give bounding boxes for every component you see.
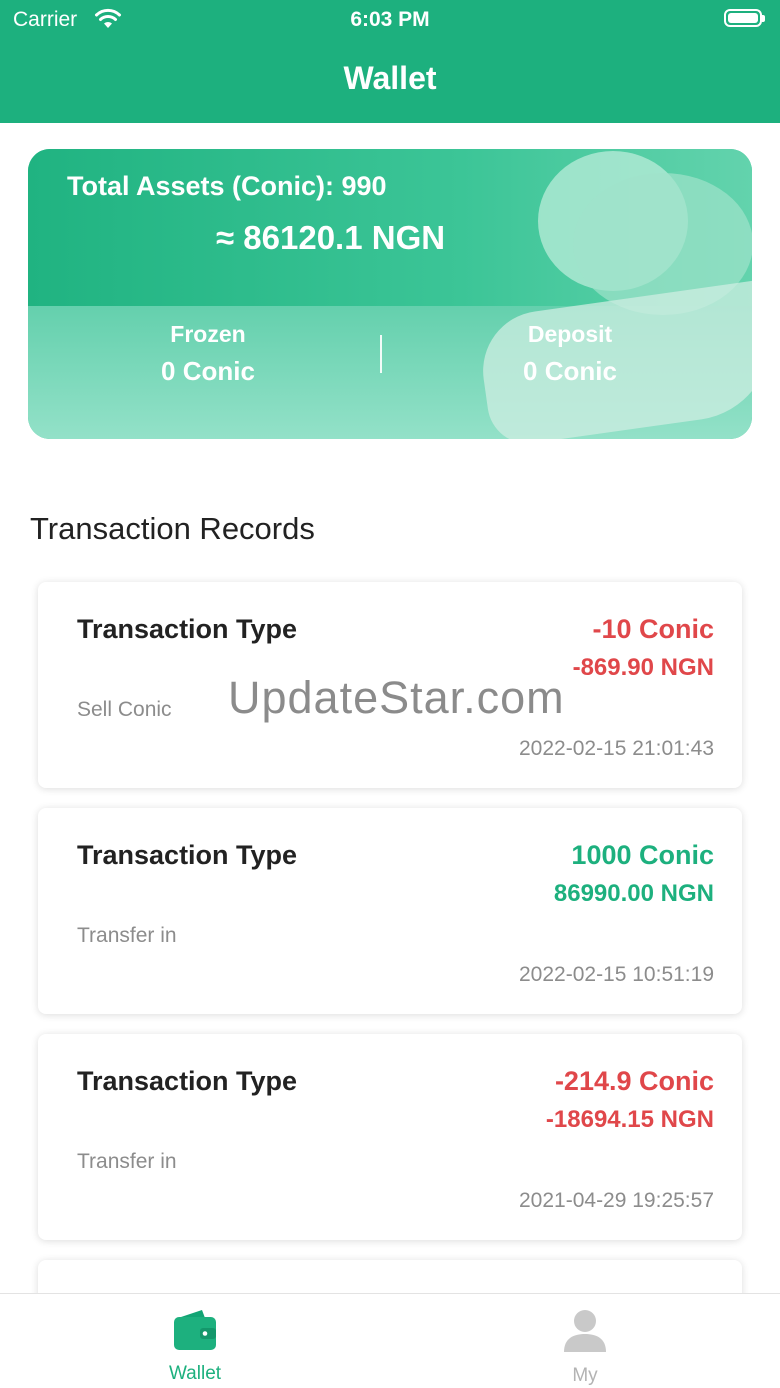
transaction-time: 2021-04-29 19:25:57 — [519, 1189, 714, 1212]
tab-wallet[interactable]: Wallet — [115, 1308, 275, 1385]
status-bar: Carrier 6:03 PM — [0, 0, 780, 40]
transaction-amount: -214.9 Conic — [554, 1066, 714, 1096]
transaction-amount: 1000 Conic — [571, 840, 714, 870]
transaction-desc: Transfer in — [77, 924, 177, 947]
frozen-label: Frozen — [170, 321, 246, 347]
transaction-card[interactable]: Transaction Type -214.9 Conic -18694.15 … — [38, 1034, 742, 1240]
assets-card: Total Assets (Conic): 990 ≈ 86120.1 NGN … — [28, 149, 752, 439]
user-icon — [505, 1308, 665, 1359]
battery-icon — [724, 9, 765, 27]
transaction-desc: Transfer in — [77, 1150, 177, 1173]
tab-wallet-label: Wallet — [168, 1363, 222, 1384]
deposit-label: Deposit — [527, 321, 613, 347]
deposit-value: 0 Conic — [523, 356, 617, 386]
transaction-time: 2022-02-15 21:01:43 — [519, 737, 714, 760]
tab-bar: Wallet My — [0, 1293, 780, 1388]
transaction-type-label: Transaction Type — [77, 840, 298, 870]
transaction-type-label: Transaction Type — [77, 614, 298, 644]
transaction-records-title: Transaction Records — [30, 511, 315, 546]
transaction-ngn: 86990.00 NGN — [553, 880, 714, 907]
frozen-stat: Frozen 0 Conic — [58, 321, 358, 387]
deposit-stat: Deposit 0 Conic — [420, 321, 720, 387]
total-assets-ngn: ≈ 86120.1 NGN — [216, 219, 446, 256]
transaction-type-label: Transaction Type — [77, 1066, 298, 1096]
tab-my-label: My — [572, 1365, 598, 1386]
transaction-amount: -10 Conic — [592, 614, 714, 644]
stat-divider — [380, 335, 382, 373]
transaction-ngn: -18694.15 NGN — [545, 1106, 714, 1133]
page-title: Wallet — [343, 60, 437, 96]
frozen-value: 0 Conic — [161, 356, 255, 386]
wallet-icon — [115, 1308, 275, 1357]
status-time: 6:03 PM — [350, 8, 430, 31]
top-bar: Carrier 6:03 PM Wallet — [0, 0, 780, 123]
transaction-time: 2022-02-15 10:51:19 — [519, 963, 714, 986]
transaction-desc: Sell Conic — [77, 698, 172, 721]
transaction-card[interactable]: Transaction Type 1000 Conic 86990.00 NGN… — [38, 808, 742, 1014]
tab-my[interactable]: My — [505, 1308, 665, 1387]
watermark: UpdateStar.com — [228, 672, 565, 723]
transaction-ngn: -869.90 NGN — [572, 654, 714, 681]
total-assets-label: Total Assets (Conic): 990 — [67, 171, 387, 201]
